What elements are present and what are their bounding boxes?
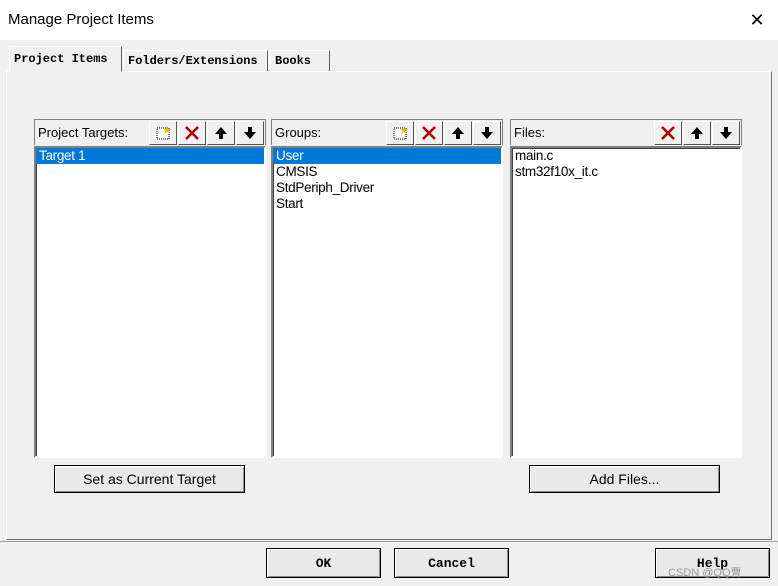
delete-icon [661,125,675,140]
move-down-icon [720,126,732,139]
move-down-icon [244,126,256,139]
groups-header: Groups: [271,119,503,145]
tab-label: Project Items [14,52,108,66]
list-item[interactable]: stm32f10x_it.c [512,164,740,180]
watermark: CSDN @QQ曹 [668,567,742,579]
groups-list[interactable]: User CMSIS StdPeriph_Driver Start [271,146,503,458]
move-file-up-button[interactable] [683,120,711,145]
targets-list[interactable]: Target 1 [34,146,266,458]
files-header: Files: [510,119,742,145]
tab-label: Books [275,54,312,68]
list-item[interactable]: CMSIS [273,164,501,180]
tab-label: Folders/Extensions [128,54,258,68]
window-title: Manage Project Items [8,11,154,28]
new-icon [156,125,171,139]
list-item[interactable]: main.c [512,148,740,164]
list-item[interactable]: Target 1 [36,148,264,164]
tab-folders-extensions[interactable]: Folders/Extensions [123,50,268,71]
delete-icon [422,125,436,140]
new-target-button[interactable] [149,120,177,145]
move-group-down-button[interactable] [473,120,501,145]
list-item[interactable]: User [273,148,501,164]
list-item[interactable]: StdPeriph_Driver [273,180,501,196]
divider [0,541,778,542]
close-icon: ✕ [749,9,765,30]
move-up-icon [691,126,703,139]
files-list[interactable]: main.c stm32f10x_it.c [510,146,742,458]
move-down-icon [481,126,493,139]
list-item[interactable]: Start [273,196,501,212]
move-target-down-button[interactable] [236,120,264,145]
files-label: Files: [514,125,546,140]
new-group-button[interactable] [386,120,414,145]
groups-label: Groups: [275,125,322,140]
move-up-icon [215,126,227,139]
targets-label: Project Targets: [38,125,129,140]
ok-button[interactable]: OK [266,548,381,578]
tab-books[interactable]: Books [270,50,330,71]
targets-header: Project Targets: [34,119,266,145]
set-current-target-button[interactable]: Set as Current Target [54,465,245,493]
delete-group-button[interactable] [415,120,443,145]
move-group-up-button[interactable] [444,120,472,145]
move-file-down-button[interactable] [712,120,740,145]
delete-icon [185,125,199,140]
tab-project-items[interactable]: Project Items [9,46,122,72]
delete-target-button[interactable] [178,120,206,145]
move-target-up-button[interactable] [207,120,235,145]
new-icon [393,125,408,139]
cancel-button[interactable]: Cancel [394,548,509,578]
close-button[interactable]: ✕ [740,6,774,34]
move-up-icon [452,126,464,139]
delete-file-button[interactable] [654,120,682,145]
add-files-button[interactable]: Add Files... [529,465,720,493]
